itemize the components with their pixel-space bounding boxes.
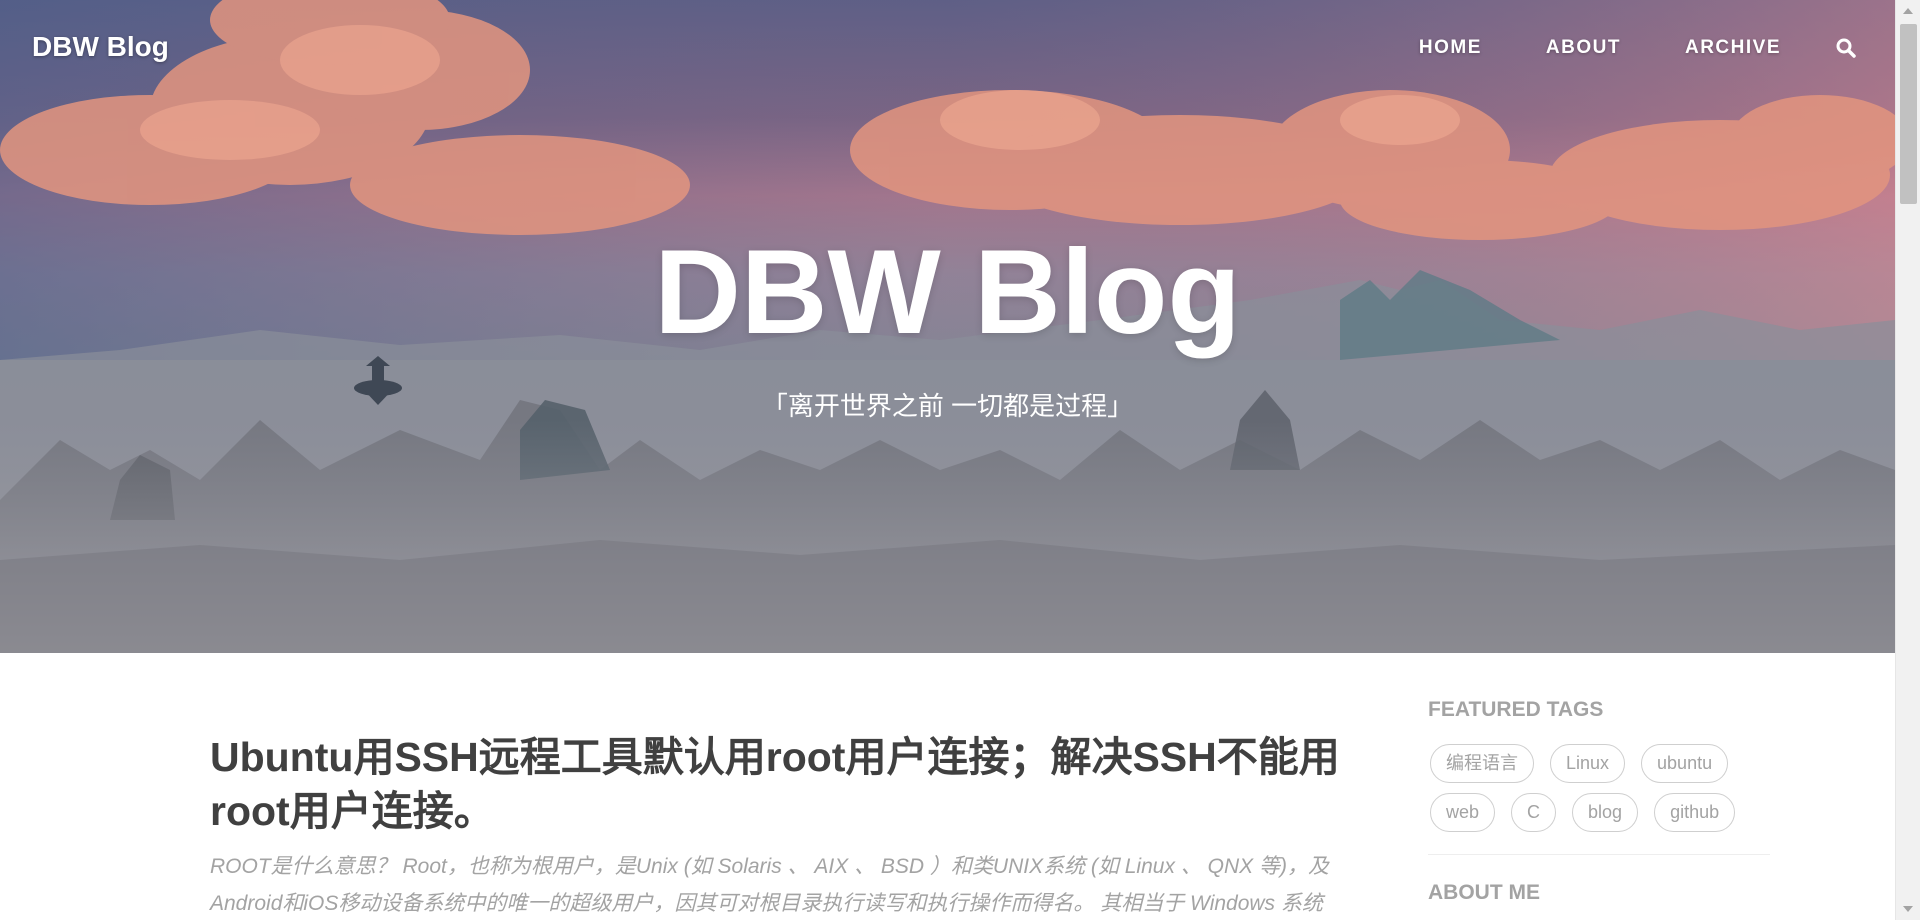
nav-home-link[interactable]: HOME <box>1419 37 1482 59</box>
tag-link[interactable]: C <box>1511 793 1557 832</box>
hero-header: DBW Blog HOME ABOUT ARCHIVE DBW Blog 「离开… <box>0 0 1895 653</box>
sidebar: FEATURED TAGS 编程语言 Linux ubuntu web C bl… <box>1428 698 1773 905</box>
featured-tags-list: 编程语言 Linux ubuntu web C blog github <box>1428 744 1773 842</box>
navbar: DBW Blog HOME ABOUT ARCHIVE <box>0 0 1895 96</box>
page-scrollbar[interactable] <box>1895 0 1920 920</box>
post-title-link[interactable]: Ubuntu用SSH远程工具默认用root用户连接；解决SSH不能用root用户… <box>210 730 1380 838</box>
tag-link[interactable]: blog <box>1572 793 1639 832</box>
nav-about-link[interactable]: ABOUT <box>1546 37 1621 59</box>
brand-logo-link[interactable]: DBW Blog <box>32 31 169 63</box>
scroll-down-arrow-icon[interactable] <box>1903 906 1913 912</box>
post-excerpt: ROOT是什么意思？ Root，也称为根用户，是Unix (如 Solaris … <box>210 855 1329 915</box>
tag-link[interactable]: web <box>1430 793 1496 832</box>
sidebar-divider <box>1428 854 1770 855</box>
hero-title: DBW Blog <box>654 225 1241 359</box>
featured-tags-heading: FEATURED TAGS <box>1428 698 1604 721</box>
tag-link[interactable]: 编程语言 <box>1430 744 1534 783</box>
hero-subtitle: 「离开世界之前 一切都是过程」 <box>761 391 1134 421</box>
tag-link[interactable]: ubuntu <box>1641 744 1729 783</box>
about-me-heading: ABOUT ME <box>1428 881 1540 904</box>
search-icon[interactable] <box>1835 37 1857 59</box>
tag-link[interactable]: Linux <box>1550 744 1626 783</box>
nav-links: HOME ABOUT ARCHIVE <box>1419 37 1895 59</box>
scrollbar-thumb[interactable] <box>1900 24 1917 204</box>
tag-link[interactable]: github <box>1654 793 1736 832</box>
scroll-up-arrow-icon[interactable] <box>1903 8 1913 14</box>
nav-archive-link[interactable]: ARCHIVE <box>1685 37 1781 59</box>
post-preview: Ubuntu用SSH远程工具默认用root用户连接；解决SSH不能用root用户… <box>210 730 1380 922</box>
